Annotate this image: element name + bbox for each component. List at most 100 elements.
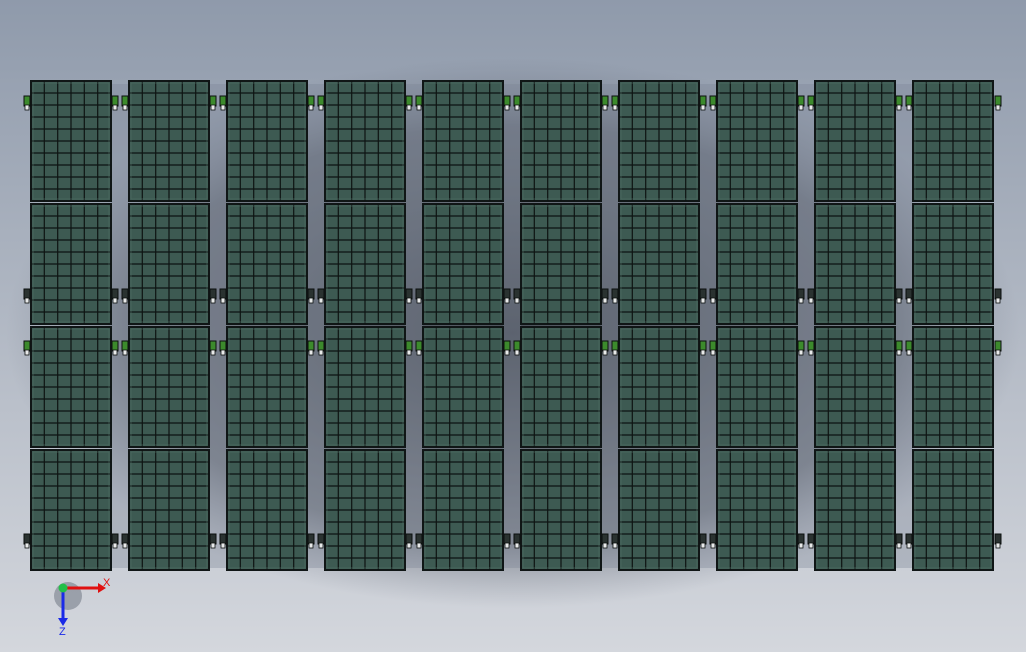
mounting-clamp bbox=[405, 95, 413, 107]
mounting-clamp bbox=[513, 533, 521, 545]
clamp-bolt bbox=[504, 104, 510, 111]
solar-panel[interactable] bbox=[618, 80, 700, 202]
clamp-bolt bbox=[112, 542, 118, 549]
mounting-clamp bbox=[23, 533, 31, 545]
solar-panel[interactable] bbox=[30, 80, 112, 202]
solar-panel[interactable] bbox=[520, 326, 602, 448]
mounting-clamp bbox=[111, 533, 119, 545]
rail-gap bbox=[209, 84, 227, 568]
solar-panel[interactable] bbox=[520, 449, 602, 571]
rail-gap bbox=[503, 84, 521, 568]
solar-panel[interactable] bbox=[618, 326, 700, 448]
mounting-clamp bbox=[699, 95, 707, 107]
mounting-clamp bbox=[807, 288, 815, 300]
solar-panel[interactable] bbox=[716, 326, 798, 448]
mounting-clamp bbox=[611, 288, 619, 300]
rail-gap bbox=[307, 84, 325, 568]
mounting-clamp bbox=[121, 95, 129, 107]
clamp-bolt bbox=[602, 542, 608, 549]
solar-panel[interactable] bbox=[30, 203, 112, 325]
solar-panel[interactable] bbox=[716, 203, 798, 325]
mounting-clamp bbox=[23, 340, 31, 352]
mounting-clamp bbox=[895, 533, 903, 545]
clamp-bolt bbox=[808, 104, 814, 111]
solar-panel[interactable] bbox=[30, 326, 112, 448]
mounting-clamp bbox=[317, 340, 325, 352]
solar-panel[interactable] bbox=[128, 449, 210, 571]
solar-panel[interactable] bbox=[912, 203, 994, 325]
solar-panel[interactable] bbox=[324, 203, 406, 325]
mounting-clamp bbox=[503, 340, 511, 352]
solar-panel[interactable] bbox=[520, 80, 602, 202]
solar-panel[interactable] bbox=[324, 326, 406, 448]
clamp-bolt bbox=[406, 297, 412, 304]
mounting-clamp bbox=[209, 533, 217, 545]
mounting-clamp bbox=[219, 533, 227, 545]
solar-panel[interactable] bbox=[226, 203, 308, 325]
clamp-bolt bbox=[406, 349, 412, 356]
mounting-clamp bbox=[905, 95, 913, 107]
clamp-bolt bbox=[700, 542, 706, 549]
solar-panel[interactable] bbox=[912, 449, 994, 571]
clamp-bolt bbox=[318, 542, 324, 549]
clamp-bolt bbox=[122, 297, 128, 304]
axis-triad: X Z bbox=[54, 577, 111, 636]
solar-panel[interactable] bbox=[716, 80, 798, 202]
mounting-clamp bbox=[503, 95, 511, 107]
solar-panel[interactable] bbox=[422, 203, 504, 325]
solar-panel[interactable] bbox=[912, 80, 994, 202]
clamp-bolt bbox=[896, 349, 902, 356]
clamp-bolt bbox=[612, 542, 618, 549]
solar-panel[interactable] bbox=[618, 449, 700, 571]
solar-panel[interactable] bbox=[128, 326, 210, 448]
solar-panel[interactable] bbox=[716, 449, 798, 571]
clamp-bolt bbox=[808, 542, 814, 549]
mounting-clamp bbox=[23, 95, 31, 107]
clamp-bolt bbox=[995, 542, 1001, 549]
solar-panel[interactable] bbox=[226, 80, 308, 202]
mounting-clamp bbox=[317, 288, 325, 300]
solar-panel[interactable] bbox=[520, 203, 602, 325]
solar-panel[interactable] bbox=[814, 326, 896, 448]
solar-panel[interactable] bbox=[814, 80, 896, 202]
solar-panel[interactable] bbox=[324, 449, 406, 571]
clamp-bolt bbox=[318, 104, 324, 111]
mounting-clamp bbox=[895, 288, 903, 300]
solar-panel[interactable] bbox=[226, 449, 308, 571]
clamp-bolt bbox=[700, 349, 706, 356]
clamp-bolt bbox=[308, 349, 314, 356]
solar-panel[interactable] bbox=[422, 326, 504, 448]
mounting-clamp bbox=[905, 288, 913, 300]
clamp-bolt bbox=[602, 297, 608, 304]
solar-panel[interactable] bbox=[30, 449, 112, 571]
mounting-clamp bbox=[513, 95, 521, 107]
solar-panel[interactable] bbox=[814, 203, 896, 325]
clamp-bolt bbox=[514, 542, 520, 549]
solar-panel[interactable] bbox=[618, 203, 700, 325]
clamp-bolt bbox=[700, 297, 706, 304]
solar-panel[interactable] bbox=[814, 449, 896, 571]
mounting-clamp bbox=[307, 95, 315, 107]
solar-panel[interactable] bbox=[226, 326, 308, 448]
solar-array-model[interactable] bbox=[0, 0, 1026, 652]
graphics-viewport[interactable]: X Z bbox=[0, 0, 1026, 652]
solar-panel[interactable] bbox=[912, 326, 994, 448]
solar-panel[interactable] bbox=[324, 80, 406, 202]
rail-gap bbox=[895, 84, 913, 568]
solar-panel[interactable] bbox=[422, 449, 504, 571]
clamp-bolt bbox=[416, 349, 422, 356]
mounting-clamp bbox=[405, 288, 413, 300]
mounting-clamp bbox=[709, 288, 717, 300]
mounting-clamp bbox=[405, 340, 413, 352]
clamp-bolt bbox=[308, 297, 314, 304]
mounting-clamp bbox=[415, 95, 423, 107]
clamp-bolt bbox=[24, 104, 30, 111]
solar-panel[interactable] bbox=[128, 80, 210, 202]
mounting-clamp bbox=[513, 288, 521, 300]
clamp-bolt bbox=[896, 104, 902, 111]
clamp-bolt bbox=[808, 297, 814, 304]
solar-panel[interactable] bbox=[422, 80, 504, 202]
clamp-bolt bbox=[112, 104, 118, 111]
solar-panel[interactable] bbox=[128, 203, 210, 325]
clamp-bolt bbox=[24, 349, 30, 356]
